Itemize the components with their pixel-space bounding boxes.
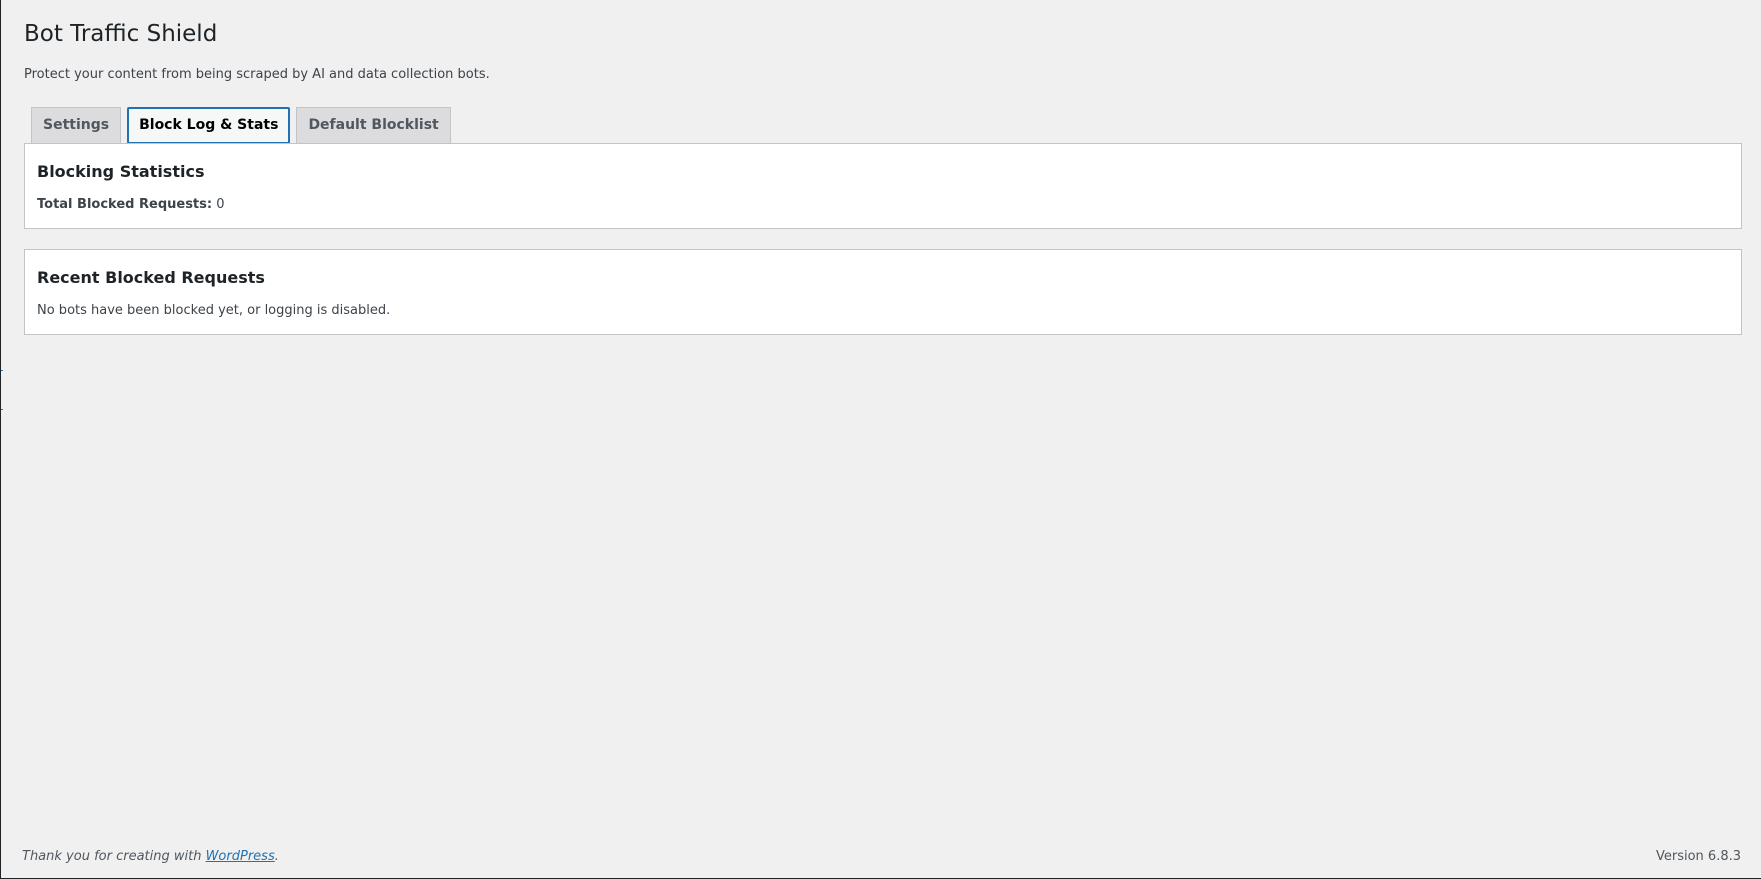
recent-blocked-requests-card: Recent Blocked Requests No bots have bee… bbox=[24, 249, 1742, 335]
footer-thanks-prefix: Thank you for creating with bbox=[22, 849, 206, 864]
page-title: Bot Traffic Shield bbox=[24, 21, 218, 47]
tab-block-log-stats[interactable]: Block Log & Stats bbox=[127, 107, 291, 144]
blocking-statistics-card: Blocking Statistics Total Blocked Reques… bbox=[24, 143, 1742, 229]
empty-log-message: No bots have been blocked yet, or loggin… bbox=[37, 303, 391, 318]
footer-thanks: Thank you for creating with WordPress. bbox=[22, 848, 279, 866]
blocking-statistics-heading: Blocking Statistics bbox=[37, 162, 205, 181]
footer-version: Version 6.8.3 bbox=[1655, 849, 1741, 864]
wordpress-link[interactable]: WordPress bbox=[206, 849, 275, 864]
admin-menu-edge bbox=[1, 370, 3, 410]
tab-default-blocklist[interactable]: Default Blocklist bbox=[296, 107, 451, 144]
total-blocked-value: 0 bbox=[216, 197, 225, 212]
recent-blocked-requests-heading: Recent Blocked Requests bbox=[37, 268, 265, 287]
tab-bar: Settings Block Log & Stats Default Block… bbox=[31, 107, 451, 144]
page-description: Protect your content from being scraped … bbox=[24, 67, 490, 82]
total-blocked-requests: Total Blocked Requests: 0 bbox=[37, 196, 225, 214]
footer-thanks-suffix: . bbox=[274, 849, 279, 864]
tab-settings[interactable]: Settings bbox=[31, 107, 122, 144]
total-blocked-label: Total Blocked Requests: bbox=[37, 197, 213, 212]
